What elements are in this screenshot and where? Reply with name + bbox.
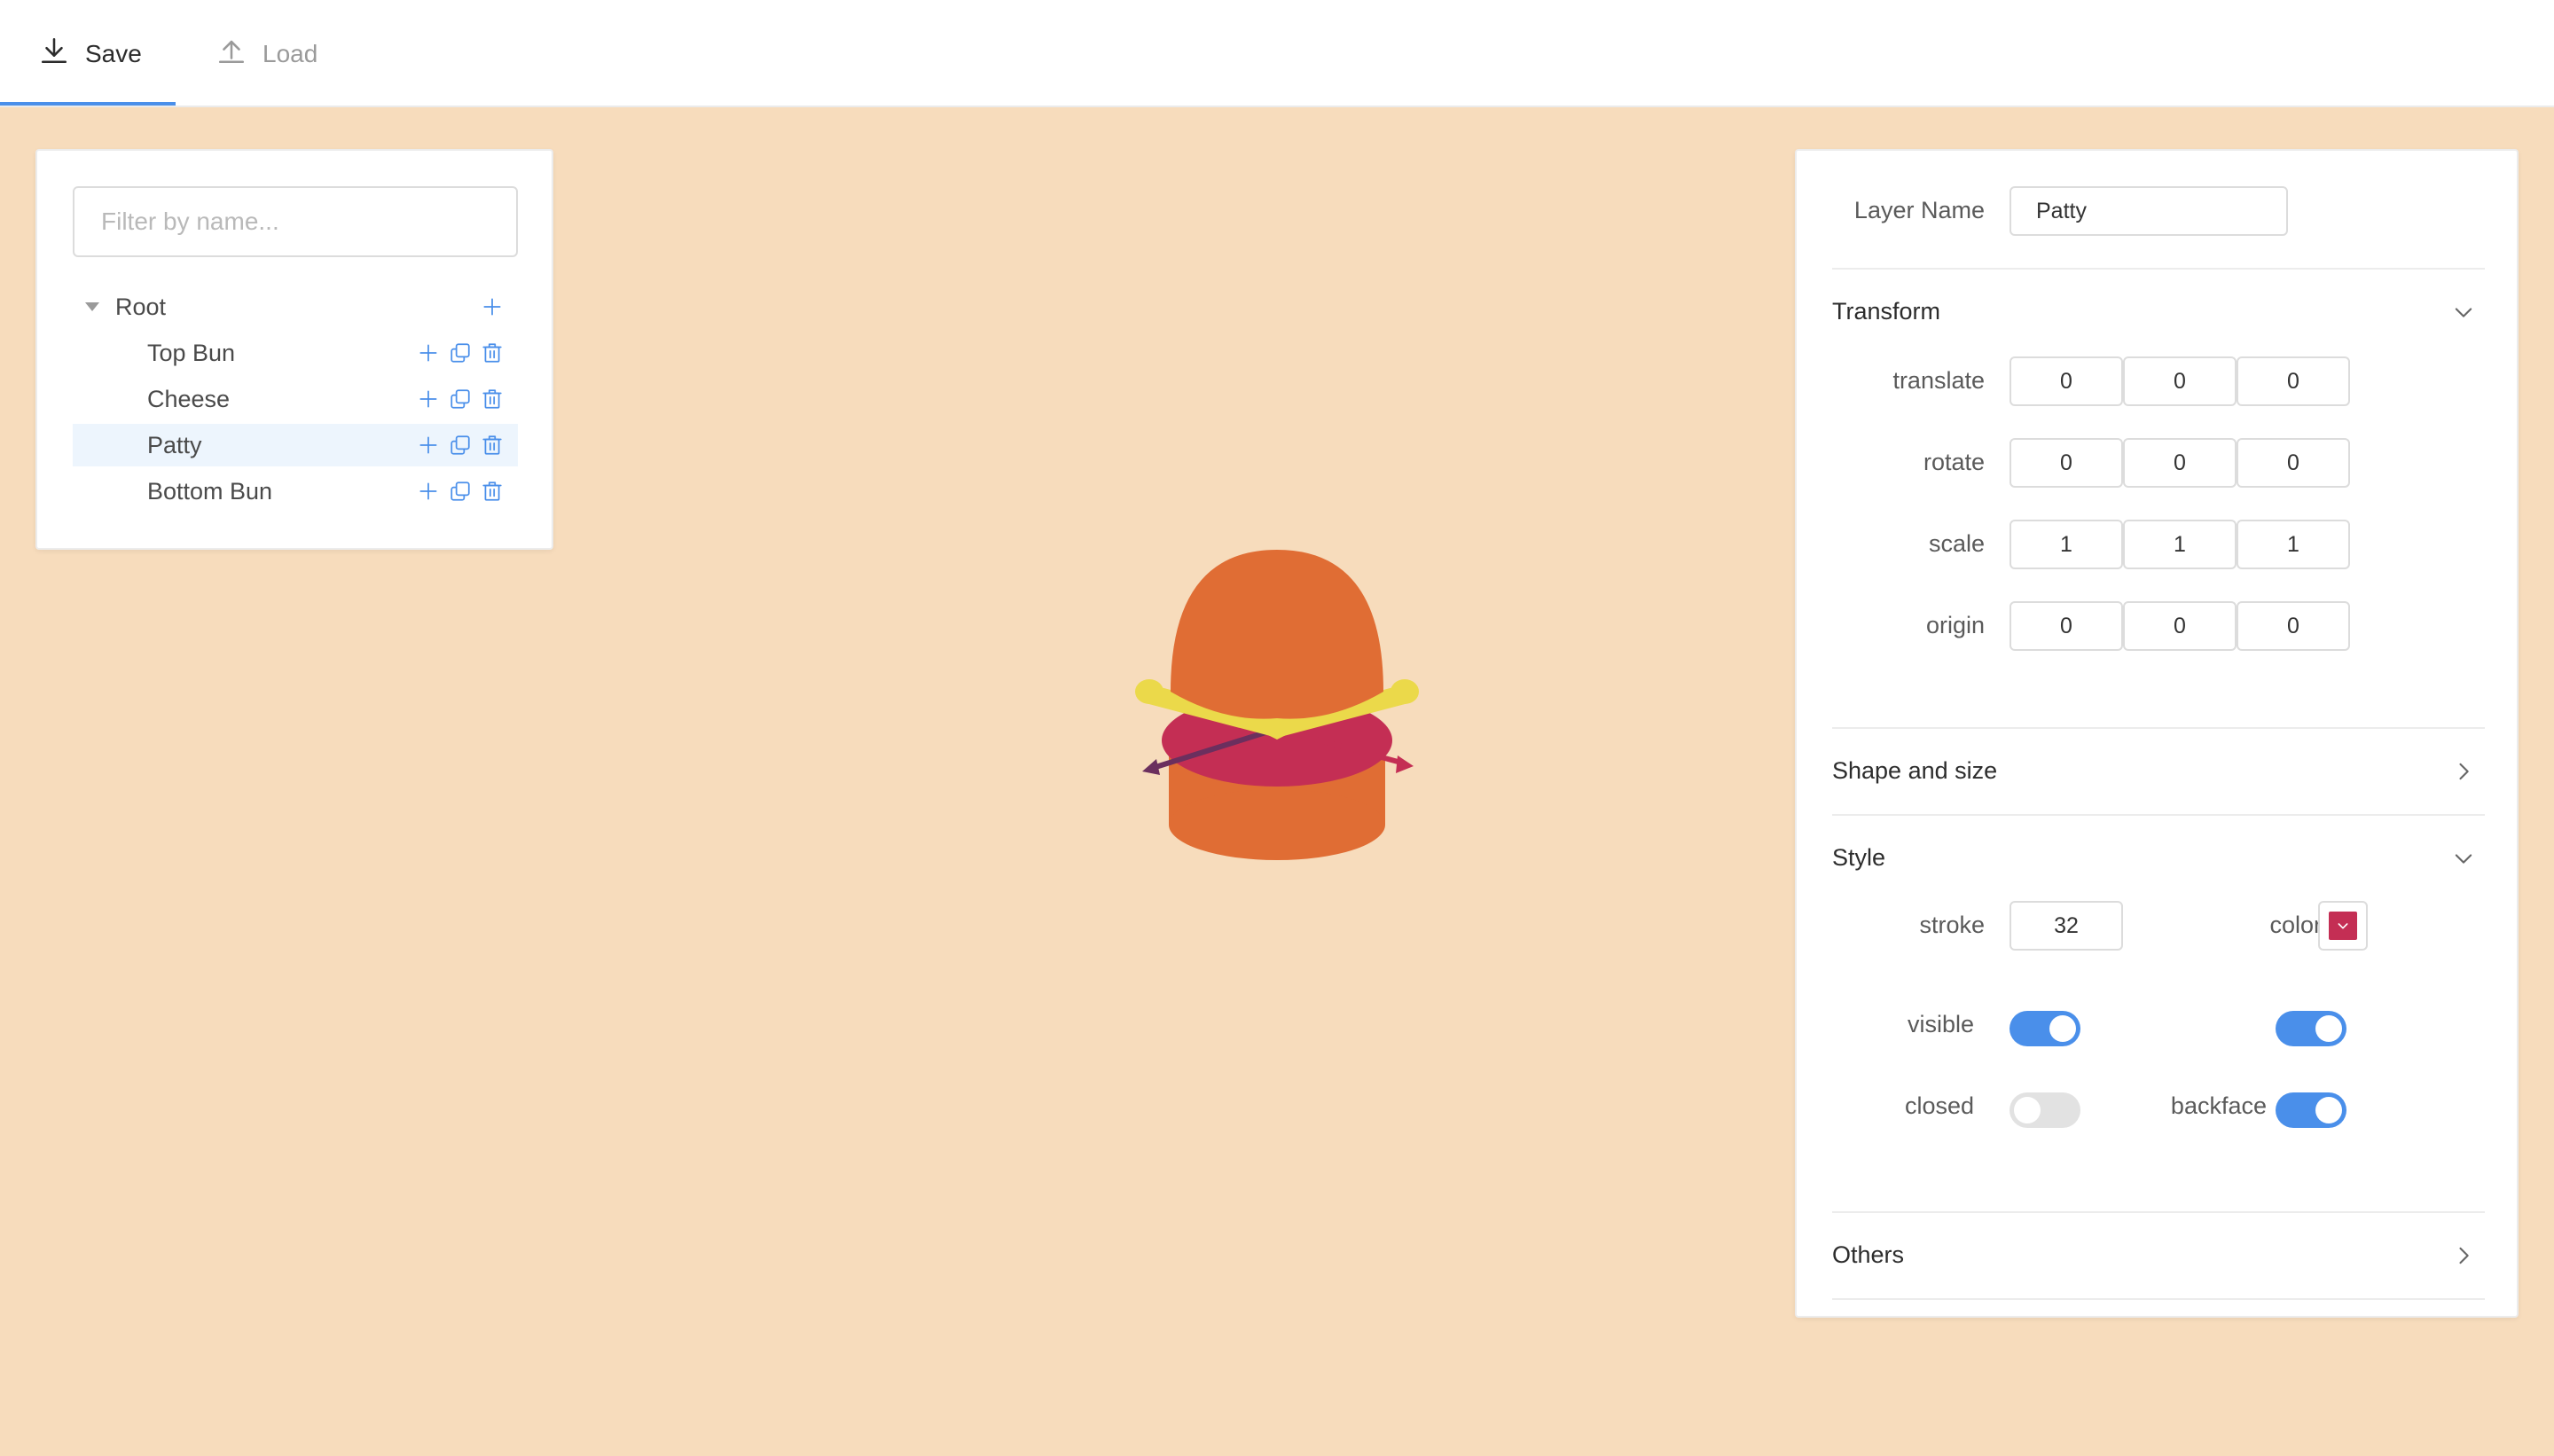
trash-icon[interactable] [481, 434, 504, 457]
root-actions [481, 295, 504, 318]
color-swatch [2329, 912, 2357, 940]
chevron-down-icon[interactable] [2451, 846, 2476, 871]
save-tab[interactable]: Save [39, 0, 142, 107]
trash-icon[interactable] [481, 387, 504, 411]
chevron-right-icon[interactable] [2451, 759, 2476, 784]
color-picker[interactable] [2318, 901, 2368, 951]
tree-row-bottom-bun[interactable]: Bottom Bun [73, 470, 518, 513]
load-label: Load [262, 39, 318, 67]
others-section-title[interactable]: Others [1832, 1241, 1904, 1269]
origin-y-field[interactable] [2123, 601, 2237, 651]
divider [1832, 727, 2485, 729]
copy-icon[interactable] [449, 434, 472, 457]
filter-input[interactable] [73, 186, 518, 257]
translate-y-field[interactable] [2123, 356, 2237, 406]
scale-y-field[interactable] [2123, 520, 2237, 569]
fill-toggle[interactable] [2276, 1011, 2346, 1046]
visible-toggle[interactable] [2010, 1011, 2080, 1046]
tree-label: Patty [147, 431, 202, 458]
layer-name-label: Layer Name [1853, 197, 1985, 223]
add-icon[interactable] [417, 434, 440, 457]
add-icon[interactable] [417, 387, 440, 411]
stroke-field[interactable] [2010, 901, 2123, 951]
load-tab[interactable]: Load [216, 0, 317, 107]
tree-row-cheese[interactable]: Cheese [73, 378, 518, 420]
row-actions [417, 341, 504, 364]
add-icon[interactable] [417, 480, 440, 503]
toggle-knob [2315, 1097, 2342, 1123]
divider [1832, 814, 2485, 816]
download-icon [39, 35, 69, 72]
shape-section-title[interactable]: Shape and size [1832, 757, 1997, 785]
visible-label: visible [1907, 1011, 1974, 1037]
translate-z-field[interactable] [2237, 356, 2350, 406]
backface-toggle[interactable] [2276, 1092, 2346, 1128]
divider [1832, 268, 2485, 270]
toggle-knob [2049, 1015, 2076, 1042]
tree-label: Cheese [147, 385, 231, 412]
tree-row-root[interactable]: Root [73, 286, 518, 328]
tree-label: Top Bun [147, 339, 236, 366]
stroke-label: stroke [1919, 912, 1985, 938]
tree-label: Bottom Bun [147, 477, 273, 505]
translate-label: translate [1892, 367, 1985, 394]
rotate-z-field[interactable] [2237, 438, 2350, 488]
rotate-x-field[interactable] [2010, 438, 2123, 488]
divider [1832, 1211, 2485, 1213]
closed-toggle[interactable] [2010, 1092, 2080, 1128]
upload-icon [216, 35, 247, 72]
origin-x-field[interactable] [2010, 601, 2123, 651]
chevron-right-icon[interactable] [2451, 1243, 2476, 1268]
closed-label: closed [1904, 1092, 1974, 1119]
tree-row-top-bun[interactable]: Top Bun [73, 332, 518, 374]
tree-label-root: Root [115, 293, 167, 320]
row-actions [417, 480, 504, 503]
translate-x-field[interactable] [2010, 356, 2123, 406]
layer-name-field[interactable] [2010, 186, 2288, 236]
copy-icon[interactable] [449, 387, 472, 411]
rotate-label: rotate [1923, 449, 1985, 475]
caret-down-icon[interactable] [85, 302, 99, 311]
divider [1832, 1298, 2485, 1300]
copy-icon[interactable] [449, 341, 472, 364]
chevron-down-icon [2338, 923, 2348, 929]
top-toolbar: Save Load [0, 0, 2554, 107]
burger-canvas[interactable] [1126, 532, 1428, 869]
properties-panel: Layer Name Transform translate rotate sc… [1795, 149, 2519, 1318]
transform-section-title: Transform [1832, 298, 1941, 325]
trash-icon[interactable] [481, 341, 504, 364]
origin-label: origin [1925, 612, 1985, 638]
active-tab-indicator [0, 102, 176, 106]
toggle-knob [2014, 1097, 2041, 1123]
chevron-down-icon[interactable] [2451, 300, 2476, 325]
trash-icon[interactable] [481, 480, 504, 503]
tree-row-patty[interactable]: Patty [73, 424, 518, 466]
backface-label: backface [2170, 1092, 2267, 1119]
toggle-knob [2315, 1015, 2342, 1042]
top-bun-shape[interactable] [1171, 550, 1383, 719]
row-actions [417, 387, 504, 411]
scale-label: scale [1928, 530, 1985, 557]
color-label: color [2269, 912, 2322, 938]
add-icon[interactable] [417, 341, 440, 364]
save-label: Save [85, 39, 142, 67]
scale-x-field[interactable] [2010, 520, 2123, 569]
rotate-y-field[interactable] [2123, 438, 2237, 488]
layers-panel: Root Top Bun Cheese Patty Bott [35, 149, 553, 550]
row-actions [417, 434, 504, 457]
scale-z-field[interactable] [2237, 520, 2350, 569]
style-section-title: Style [1832, 844, 1886, 871]
origin-z-field[interactable] [2237, 601, 2350, 651]
add-icon[interactable] [481, 295, 504, 318]
copy-icon[interactable] [449, 480, 472, 503]
